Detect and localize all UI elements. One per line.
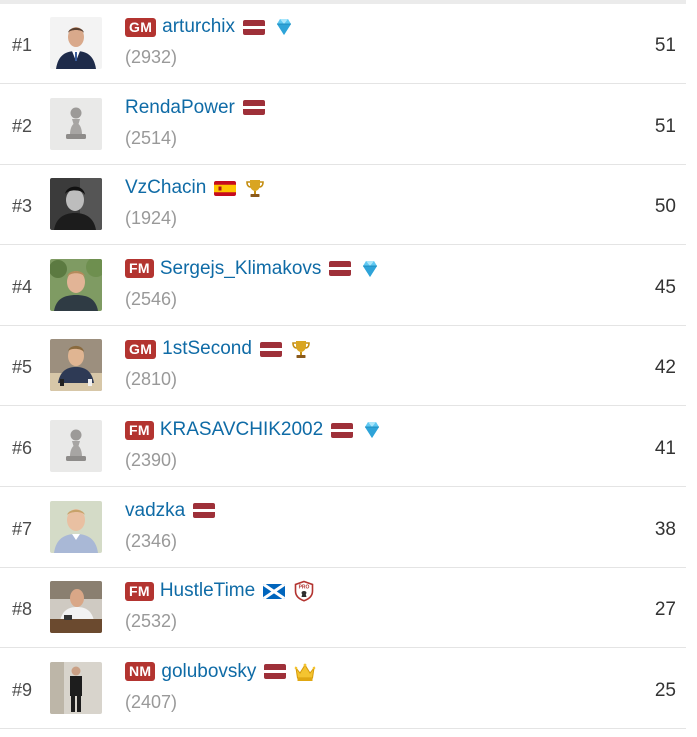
player-rating: (1924)	[125, 208, 178, 229]
leaderboard-row: #1 GM arturchix (2932) 51	[0, 4, 686, 84]
latvia-flag-icon[interactable]	[243, 19, 266, 35]
player-rating: (2346)	[125, 530, 178, 551]
trophy-icon[interactable]	[244, 177, 266, 199]
player-name-line: FM Sergejs_Klimakovs	[125, 257, 381, 281]
player-rating: (2932)	[125, 47, 178, 67]
diamond-icon[interactable]	[359, 258, 381, 280]
latvia-flag-icon[interactable]	[329, 261, 352, 277]
trophy-icon[interactable]	[290, 338, 312, 360]
player-name-line: NM golubovsky	[125, 660, 316, 684]
avatar[interactable]	[50, 661, 102, 714]
avatar[interactable]	[50, 500, 102, 553]
avatar[interactable]	[50, 420, 102, 472]
leaderboard: #1 GM arturchix (2932) 51 #2 RendaPower (2514) 5…	[0, 0, 697, 737]
rank-label: #6	[12, 438, 33, 458]
score-value: 50	[654, 196, 676, 218]
chess-title-badge: GM	[125, 339, 157, 359]
avatar[interactable]	[50, 258, 102, 311]
player-rating: (2514)	[125, 127, 178, 148]
latvia-flag-icon[interactable]	[331, 422, 354, 438]
leaderboard-row: #2 RendaPower (2514) 51	[0, 85, 686, 165]
score-value: 25	[654, 679, 676, 701]
diamond-icon[interactable]	[361, 419, 383, 441]
player-rating: (2546)	[125, 288, 178, 309]
username-link[interactable]: KRASAVCHIK2002	[160, 418, 323, 442]
rank-label: #4	[12, 276, 33, 297]
scotland-flag-icon[interactable]	[263, 583, 286, 599]
score-value: 38	[654, 518, 676, 540]
username-link[interactable]: VzChacin	[125, 176, 206, 200]
player-rating: (2810)	[125, 369, 178, 390]
chess-title-badge: FM	[125, 420, 154, 440]
username-link[interactable]: RendaPower	[125, 96, 235, 120]
username-link[interactable]: 1stSecond	[162, 337, 252, 361]
score-value: 51	[654, 35, 676, 56]
username-link[interactable]: golubovsky	[161, 660, 256, 684]
chess-title-badge: FM	[125, 581, 154, 601]
rank-label: #3	[12, 196, 33, 217]
username-link[interactable]: Sergejs_Klimakovs	[160, 257, 322, 281]
player-name-line: VzChacin	[125, 176, 266, 200]
player-name-line: FM KRASAVCHIK2002	[125, 418, 383, 442]
username-link[interactable]: arturchix	[162, 15, 235, 39]
rank-label: #1	[12, 35, 33, 55]
chess-title-badge: GM	[125, 17, 157, 37]
leaderboard-row: #5 GM 1stSecond (2810) 42	[0, 326, 686, 407]
rank-label: #7	[12, 518, 33, 539]
avatar[interactable]	[50, 178, 102, 231]
player-rating: (2532)	[125, 611, 178, 632]
latvia-flag-icon[interactable]	[193, 503, 216, 519]
latvia-flag-icon[interactable]	[242, 100, 265, 116]
rank-label: #8	[12, 599, 33, 620]
leaderboard-row: #3 VzChacin (1924) 50	[0, 165, 686, 246]
latvia-flag-icon[interactable]	[264, 664, 287, 680]
username-link[interactable]: vadzka	[125, 499, 185, 523]
player-name-line: GM 1stSecond	[125, 337, 312, 361]
avatar[interactable]	[50, 17, 102, 69]
player-rating: (2407)	[125, 691, 178, 712]
leaderboard-row: #8 FM HustleTime PRO (2532) 27	[0, 568, 686, 649]
leaderboard-row: #9 NM golubovsky (2407) 25	[0, 649, 686, 729]
chess-title-badge: FM	[125, 259, 154, 279]
score-value: 42	[654, 357, 676, 379]
chess-title-badge: NM	[125, 662, 156, 682]
player-rating: (2390)	[125, 450, 178, 470]
rank-label: #9	[12, 679, 33, 700]
leaderboard-row: #6 FM KRASAVCHIK2002 (2390) 41	[0, 407, 686, 487]
avatar[interactable]	[50, 581, 102, 634]
latvia-flag-icon[interactable]	[259, 341, 282, 357]
score-value: 51	[654, 115, 676, 137]
svg-text:PRO: PRO	[299, 585, 310, 591]
player-name-line: GM arturchix	[125, 15, 295, 39]
rank-label: #2	[12, 115, 33, 136]
avatar[interactable]	[50, 97, 102, 150]
leaderboard-row: #7 vadzka (2346) 38	[0, 488, 686, 568]
player-name-line: vadzka	[125, 499, 216, 523]
player-name-line: RendaPower	[125, 96, 265, 120]
leaderboard-row: #4 FM Sergejs_Klimakovs (2546) 45	[0, 246, 686, 326]
crown-icon[interactable]	[294, 661, 316, 683]
score-value: 27	[654, 599, 676, 621]
avatar[interactable]	[50, 339, 102, 392]
player-name-line: FM HustleTime PRO	[125, 579, 315, 603]
spain-flag-icon[interactable]	[214, 180, 237, 196]
score-value: 41	[654, 438, 676, 459]
pro-shield-icon[interactable]: PRO	[293, 580, 315, 602]
username-link[interactable]: HustleTime	[160, 579, 255, 603]
rank-label: #5	[12, 357, 33, 378]
score-value: 45	[654, 276, 676, 298]
diamond-icon[interactable]	[273, 16, 295, 38]
